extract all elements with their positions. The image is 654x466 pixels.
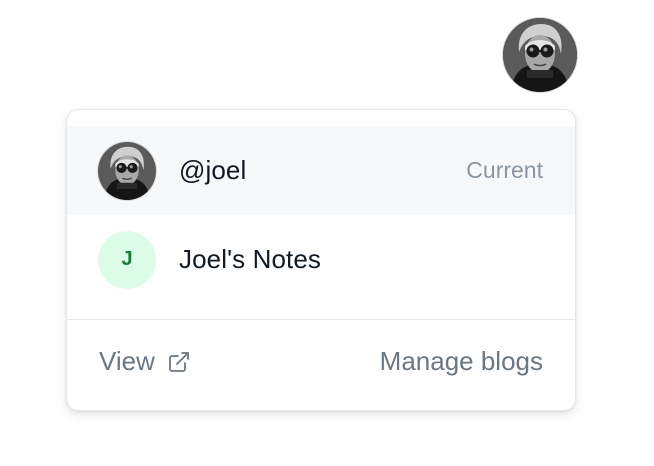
view-link[interactable]: View <box>99 346 191 377</box>
account-label: @joel <box>179 155 247 185</box>
account-avatar <box>98 141 156 200</box>
user-avatar-photo <box>503 18 577 92</box>
account-switcher-menu: @joel Current J Joel's Notes View Manage… <box>66 109 576 411</box>
account-avatar-button[interactable] <box>503 18 577 92</box>
letter-avatar: J <box>98 230 156 289</box>
account-item-joel[interactable]: @joel Current <box>67 126 575 215</box>
account-item-joels-notes[interactable]: J Joel's Notes <box>67 215 575 304</box>
view-label: View <box>99 346 155 376</box>
manage-blogs-link[interactable]: Manage blogs <box>380 346 543 377</box>
menu-footer: View Manage blogs <box>67 320 575 410</box>
current-badge: Current <box>466 157 543 183</box>
page: @joel Current J Joel's Notes View Manage… <box>0 0 654 466</box>
account-label: Joel's Notes <box>179 244 322 274</box>
external-link-icon <box>167 350 191 374</box>
user-avatar-photo <box>98 141 156 200</box>
